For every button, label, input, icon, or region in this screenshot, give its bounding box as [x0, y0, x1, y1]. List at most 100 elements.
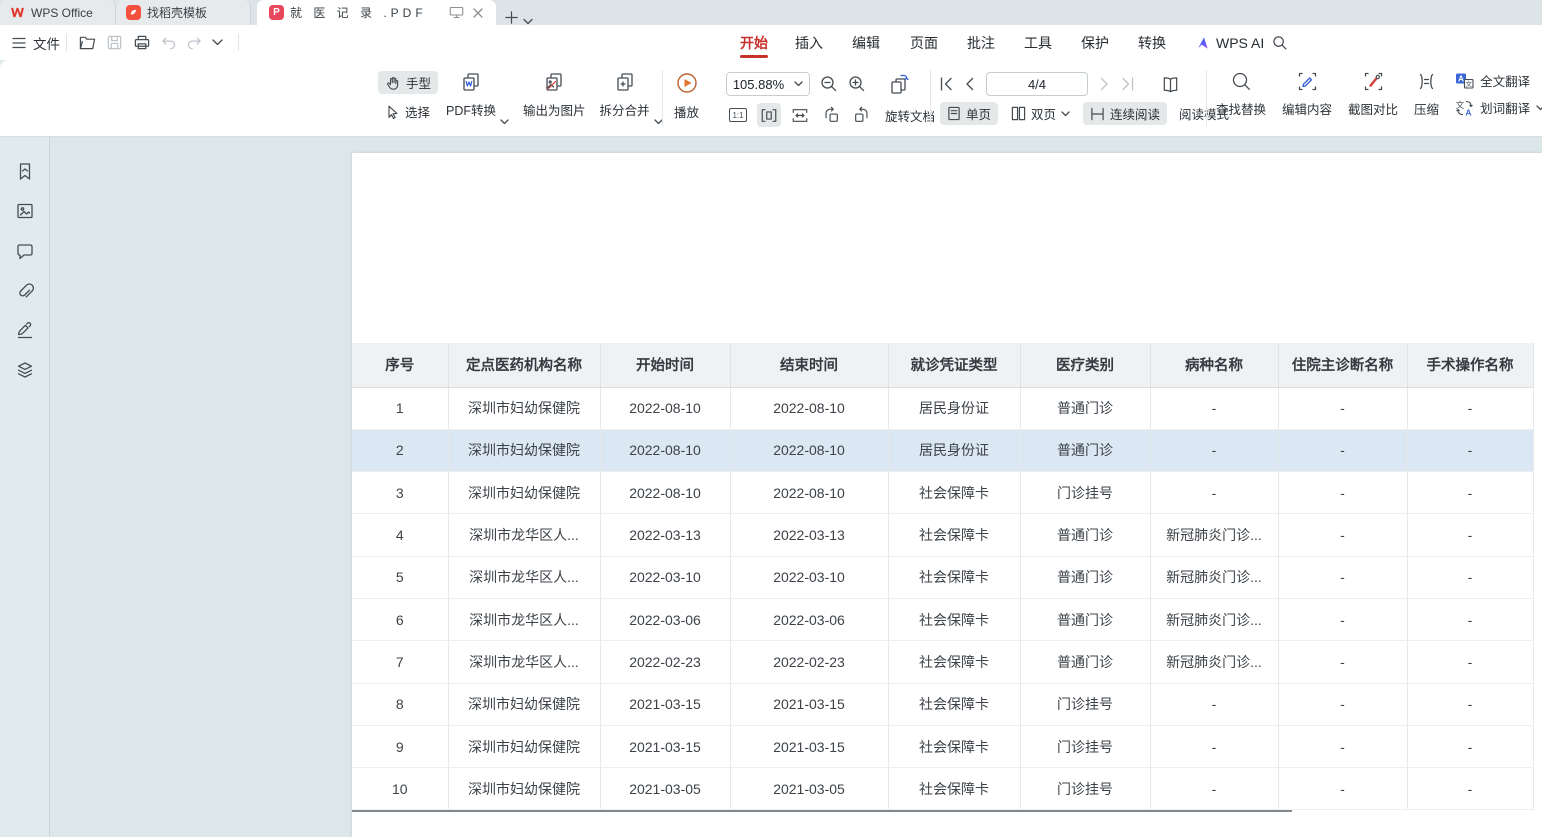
- continuous-read-button[interactable]: 连续阅读: [1083, 102, 1167, 125]
- tab-edit[interactable]: 编辑: [852, 25, 880, 60]
- tab-page[interactable]: 页面: [910, 25, 938, 60]
- table-cell: 社会保障卡: [888, 556, 1020, 598]
- table-cell: 居民身份证: [888, 387, 1020, 429]
- table-cell: 深圳市妇幼保健院: [448, 387, 600, 429]
- actual-size-button[interactable]: 1:1: [726, 103, 750, 127]
- layers-icon[interactable]: [13, 358, 37, 382]
- last-page-icon[interactable]: [1121, 77, 1134, 91]
- previous-page-icon[interactable]: [965, 77, 974, 91]
- table-cell: 深圳市妇幼保健院: [448, 683, 600, 725]
- word-translate-button[interactable]: 文A 划词翻译: [1455, 98, 1542, 117]
- table-cell: 深圳市妇幼保健院: [448, 768, 600, 810]
- table-cell: 社会保障卡: [888, 472, 1020, 514]
- table-cell: 深圳市龙华区人...: [448, 514, 600, 556]
- table-cell: 新冠肺炎门诊...: [1150, 514, 1278, 556]
- next-page-icon[interactable]: [1100, 77, 1109, 91]
- tab-annotate[interactable]: 批注: [967, 25, 995, 60]
- wps-pdf-window: { "window_tabs": [ { "label": "WPS Offic…: [0, 0, 1542, 837]
- page-number-input[interactable]: 4/4: [986, 72, 1088, 96]
- full-translate-button[interactable]: A文 全文翻译: [1455, 71, 1542, 90]
- comment-icon[interactable]: [13, 239, 37, 263]
- word-translate-icon: 文A: [1455, 99, 1474, 117]
- table-cell: 9: [352, 725, 448, 767]
- signature-icon[interactable]: [13, 318, 37, 342]
- tab-insert[interactable]: 插入: [795, 25, 823, 60]
- one-to-one-icon: 1:1: [729, 108, 747, 122]
- pdf-convert-button[interactable]: PDF转换: [446, 71, 496, 136]
- hand-tool-button[interactable]: 手型: [378, 71, 438, 94]
- compress-button[interactable]: 压缩: [1414, 71, 1439, 136]
- thumbnails-icon[interactable]: [13, 199, 37, 223]
- table-cell: 2022-08-10: [600, 387, 730, 429]
- hamburger-icon: [12, 37, 26, 49]
- tab-wps-office[interactable]: WPS Office: [0, 0, 116, 25]
- zoom-out-icon[interactable]: [820, 75, 838, 93]
- svg-text:A: A: [1458, 75, 1464, 84]
- screenshot-compare-button[interactable]: 截图对比: [1348, 71, 1398, 136]
- find-replace-button[interactable]: 查找替换: [1216, 71, 1266, 136]
- table-cell: 5: [352, 556, 448, 598]
- table-cell: 10: [352, 768, 448, 810]
- column-header: 序号: [352, 343, 448, 387]
- screenshot-compare-label: 截图对比: [1348, 99, 1398, 118]
- undo-button[interactable]: [160, 25, 177, 60]
- wps-ai-label: WPS AI: [1216, 35, 1264, 51]
- zoom-in-icon[interactable]: [848, 75, 866, 93]
- open-button[interactable]: [78, 25, 97, 60]
- new-tab-button[interactable]: [504, 10, 519, 25]
- toolbar-options-chevron-icon[interactable]: [212, 25, 223, 60]
- split-merge-button[interactable]: 拆分合并: [600, 71, 650, 136]
- bookmark-icon[interactable]: [13, 159, 37, 183]
- attachment-icon[interactable]: [13, 279, 37, 303]
- file-menu[interactable]: 文件: [12, 25, 60, 60]
- tab-wps-ai[interactable]: WPS AI: [1196, 25, 1264, 60]
- table-cell: -: [1278, 556, 1407, 598]
- edit-content-button[interactable]: 编辑内容: [1282, 71, 1332, 136]
- table-row: 7深圳市龙华区人...2022-02-232022-02-23社会保障卡普通门诊…: [352, 641, 1533, 683]
- table-cell: 2021-03-15: [730, 683, 888, 725]
- select-tool-button[interactable]: 选择: [378, 100, 438, 123]
- rotate-left-button[interactable]: [819, 103, 843, 127]
- tab-protect[interactable]: 保护: [1081, 25, 1109, 60]
- fit-page-button[interactable]: [757, 103, 781, 127]
- cursor-icon: [385, 104, 400, 119]
- restore-pages-icon[interactable]: [888, 73, 910, 95]
- table-cell: 2022-03-10: [600, 556, 730, 598]
- close-tab-icon[interactable]: [472, 7, 484, 19]
- save-button[interactable]: [106, 25, 123, 60]
- table-cell: 社会保障卡: [888, 683, 1020, 725]
- ribbon-toolbar: 手型 选择 PDF转换 输出为图片 拆分合并 播放: [0, 60, 1542, 137]
- docer-logo-icon: [126, 5, 141, 20]
- read-mode-icon[interactable]: [1160, 75, 1181, 94]
- double-page-button[interactable]: 双页: [1004, 102, 1077, 125]
- page-indicator-value: 4/4: [1028, 77, 1046, 92]
- pdf-page[interactable]: 序号定点医药机构名称开始时间结束时间就诊凭证类型医疗类别病种名称住院主诊断名称手…: [352, 153, 1542, 837]
- fit-width-button[interactable]: [788, 103, 812, 127]
- zoom-level-combobox[interactable]: 105.88%: [726, 72, 810, 96]
- table-cell: 门诊挂号: [1020, 472, 1150, 514]
- svg-text:A: A: [1465, 107, 1471, 117]
- table-cell: 2021-03-15: [600, 683, 730, 725]
- window-tab-strip: WPS Office 找稻壳模板 P 就 医 记 录 .PDF: [0, 0, 1542, 25]
- table-cell: 普通门诊: [1020, 641, 1150, 683]
- table-header-row: 序号定点医药机构名称开始时间结束时间就诊凭证类型医疗类别病种名称住院主诊断名称手…: [352, 343, 1533, 387]
- menu-search-icon[interactable]: [1272, 25, 1288, 60]
- tab-tools[interactable]: 工具: [1024, 25, 1052, 60]
- rotate-doc-label[interactable]: 旋转文档: [885, 106, 935, 125]
- table-cell: 深圳市妇幼保健院: [448, 472, 600, 514]
- tab-docer[interactable]: 找稻壳模板: [116, 0, 251, 25]
- rotate-right-button[interactable]: [850, 103, 874, 127]
- print-button[interactable]: [133, 25, 151, 60]
- play-button[interactable]: 播放: [674, 71, 699, 121]
- tab-document-active[interactable]: P 就 医 记 录 .PDF: [257, 0, 496, 25]
- export-image-button[interactable]: 输出为图片: [523, 71, 586, 136]
- tab-convert[interactable]: 转换: [1138, 25, 1166, 60]
- tab-list-chevron-icon[interactable]: [523, 18, 533, 25]
- first-page-icon[interactable]: [940, 77, 953, 91]
- monitor-icon[interactable]: [449, 6, 464, 19]
- column-header: 病种名称: [1150, 343, 1278, 387]
- redo-button[interactable]: [186, 25, 203, 60]
- tab-home[interactable]: 开始: [740, 25, 768, 60]
- single-page-button[interactable]: 单页: [940, 102, 998, 125]
- pdf-convert-chevron-icon: [500, 119, 509, 125]
